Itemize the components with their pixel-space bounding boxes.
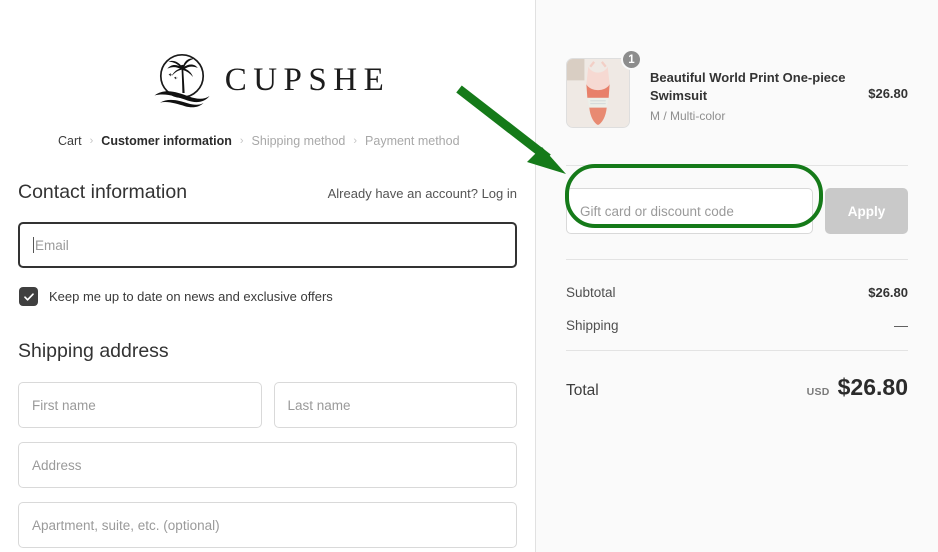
brand-name: CUPSHE — [224, 61, 391, 98]
first-name-placeholder: First name — [32, 397, 96, 413]
checkout-form-panel: CUPSHE Cart › Customer information › Shi… — [0, 0, 536, 552]
quantity-badge: 1 — [621, 49, 642, 70]
divider — [566, 165, 908, 166]
grand-total-row: Total USD $26.80 — [566, 374, 908, 401]
checkmark-icon — [23, 291, 35, 303]
totals-list: Subtotal $26.80 Shipping — — [566, 285, 908, 333]
subtotal-row: Subtotal $26.80 — [566, 285, 908, 300]
product-title: Beautiful World Print One-piece Swimsuit — [650, 70, 846, 103]
newsletter-label: Keep me up to date on news and exclusive… — [49, 289, 333, 304]
name-fields-row: First name Last name — [18, 382, 517, 428]
checkout-page: CUPSHE Cart › Customer information › Shi… — [0, 0, 938, 552]
apartment-placeholder: Apartment, suite, etc. (optional) — [32, 517, 220, 533]
newsletter-checkbox[interactable] — [19, 287, 38, 306]
order-summary-panel: 1 Beautiful World Print One-piece Swimsu… — [536, 0, 938, 552]
subtotal-value: $26.80 — [868, 285, 908, 300]
discount-code-placeholder: Gift card or discount code — [580, 203, 734, 219]
product-details: Beautiful World Print One-piece Swimsuit… — [632, 58, 868, 123]
last-name-field[interactable]: Last name — [273, 382, 517, 428]
email-field[interactable]: Email — [18, 222, 517, 268]
swimsuit-thumbnail — [566, 58, 630, 128]
total-label: Total — [566, 382, 599, 399]
breadcrumb: Cart › Customer information › Shipping m… — [0, 134, 535, 148]
product-variant: M / Multi-color — [650, 109, 726, 124]
login-prompt: Already have an account? Log in — [328, 186, 517, 201]
shipping-label: Shipping — [566, 318, 619, 333]
shipping-address-title: Shipping address — [18, 340, 169, 362]
shipping-value: — — [894, 317, 908, 333]
divider — [566, 259, 908, 260]
breadcrumb-item-cart[interactable]: Cart — [58, 134, 82, 148]
first-name-field[interactable]: First name — [18, 382, 262, 428]
discount-code-input[interactable]: Gift card or discount code — [566, 188, 813, 234]
last-name-placeholder: Last name — [287, 397, 351, 413]
shipping-row: Shipping — — [566, 317, 908, 333]
login-link[interactable]: Log in — [482, 186, 517, 201]
text-caret — [33, 237, 34, 253]
login-prompt-text: Already have an account? — [327, 186, 478, 201]
breadcrumb-item-payment-method: Payment method — [365, 134, 460, 148]
product-thumbnail-wrap: 1 — [566, 49, 642, 128]
total-amount-group: USD $26.80 — [807, 374, 908, 401]
email-field-placeholder: Email — [35, 237, 69, 253]
palm-tree-island-icon — [151, 52, 213, 108]
chevron-right-icon: › — [89, 135, 94, 147]
discount-code-row: Gift card or discount code Apply — [566, 188, 908, 234]
address-placeholder: Address — [32, 457, 82, 473]
apartment-field[interactable]: Apartment, suite, etc. (optional) — [18, 502, 517, 548]
breadcrumb-item-shipping-method: Shipping method — [251, 134, 346, 148]
product-price: $26.80 — [868, 86, 908, 101]
chevron-right-icon: › — [239, 135, 244, 147]
page-title: Contact information — [18, 181, 188, 203]
subtotal-label: Subtotal — [566, 285, 616, 300]
order-line-item: 1 Beautiful World Print One-piece Swimsu… — [566, 0, 908, 128]
apply-discount-button[interactable]: Apply — [825, 188, 908, 234]
chevron-right-icon: › — [353, 135, 358, 147]
total-currency: USD — [806, 386, 830, 398]
brand-logo[interactable]: CUPSHE — [0, 0, 535, 108]
breadcrumb-item-customer-information: Customer information — [101, 134, 232, 148]
contact-information-header: Contact information Already have an acco… — [0, 181, 535, 204]
address-field[interactable]: Address — [18, 442, 517, 488]
total-amount: $26.80 — [837, 374, 908, 400]
newsletter-opt-in[interactable]: Keep me up to date on news and exclusive… — [19, 287, 535, 306]
divider — [566, 350, 908, 351]
